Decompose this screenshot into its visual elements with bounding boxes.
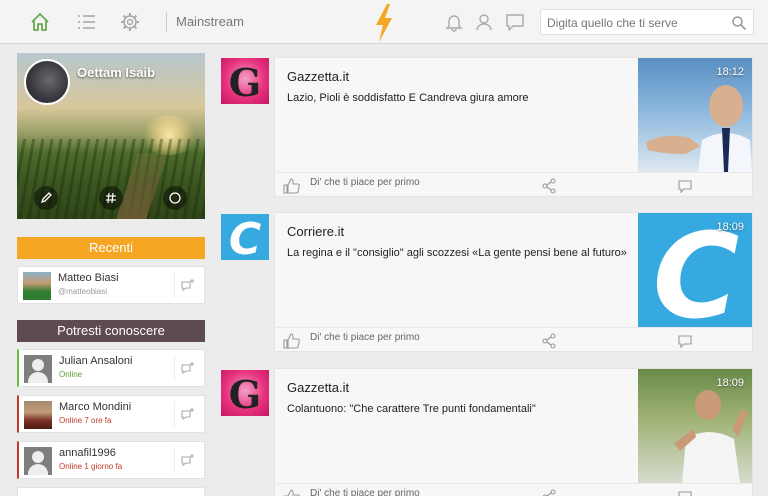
breadcrumb[interactable]: Mainstream	[176, 14, 244, 29]
profile-card: Oettam Isaib	[17, 53, 205, 219]
circle-icon[interactable]	[163, 186, 187, 210]
avatar[interactable]	[23, 272, 51, 300]
add-friend-icon[interactable]	[174, 272, 200, 298]
card-time: 18:09	[716, 377, 744, 389]
list-item[interactable]	[17, 487, 205, 496]
card-title[interactable]: La regina e il "consiglio" agli scozzesi…	[287, 247, 627, 259]
list-item[interactable]: Matteo Biasi @matteobiasi	[17, 266, 205, 304]
thumbs-up-icon[interactable]	[283, 333, 301, 354]
card-time: 18:12	[716, 66, 744, 78]
search-box[interactable]	[540, 9, 754, 35]
svg-text:G: G	[229, 60, 261, 104]
card-actions: Di' che ti piace per primo	[275, 172, 754, 198]
card-photo[interactable]: 18:12	[638, 58, 752, 172]
search-input[interactable]	[547, 14, 727, 31]
share-icon[interactable]	[541, 178, 557, 199]
lightning-logo-icon[interactable]	[372, 3, 396, 48]
person-name[interactable]: annafil1996	[59, 447, 116, 459]
person-handle: @matteobiasi	[58, 287, 108, 296]
card-photo[interactable]: 18:09	[638, 369, 752, 483]
user-icon[interactable]	[472, 10, 496, 34]
divider	[166, 12, 167, 32]
thumbs-up-icon[interactable]	[283, 489, 301, 496]
home-icon[interactable]	[28, 10, 52, 34]
person-status: Online 7 ore fa	[59, 416, 112, 425]
hashtag-plus-icon[interactable]	[99, 186, 123, 210]
person-name[interactable]: Marco Mondini	[59, 401, 131, 413]
card-source[interactable]: Gazzetta.it	[287, 380, 349, 395]
pencil-icon[interactable]	[34, 186, 58, 210]
list-item[interactable]: annafil1996 Online 1 giorno fa	[17, 441, 205, 479]
like-text[interactable]: Di' che ti piace per primo	[310, 488, 420, 496]
person-status: Online	[59, 370, 83, 379]
comment-icon[interactable]	[677, 178, 693, 199]
card-source[interactable]: Corriere.it	[287, 224, 344, 239]
top-bar: Mainstream	[0, 0, 768, 44]
corriere-logo[interactable]: C	[221, 214, 269, 265]
avatar[interactable]	[24, 59, 70, 105]
add-friend-icon[interactable]	[174, 401, 200, 427]
gazzetta-logo[interactable]: G	[221, 58, 269, 105]
add-friend-icon[interactable]	[174, 447, 200, 473]
svg-text:G: G	[229, 372, 261, 416]
search-icon[interactable]	[731, 15, 747, 36]
list-item[interactable]: Julian Ansaloni Online	[17, 349, 205, 387]
card-photo[interactable]: C 18:09	[638, 213, 752, 327]
gazzetta-logo[interactable]: G	[221, 370, 269, 417]
gear-icon[interactable]	[118, 10, 142, 34]
card-time: 18:09	[716, 221, 744, 233]
like-text[interactable]: Di' che ti piace per primo	[310, 177, 420, 188]
feed-card[interactable]: Gazzetta.it Lazio, Pioli è soddisfatto E…	[274, 57, 754, 198]
card-title[interactable]: Colantuono: "Che carattere Tre punti fon…	[287, 403, 536, 415]
comment-icon[interactable]	[677, 489, 693, 496]
person-name[interactable]: Julian Ansaloni	[59, 355, 132, 367]
card-actions: Di' che ti piace per primo	[275, 327, 754, 353]
svg-text:C: C	[229, 214, 261, 260]
card-title[interactable]: Lazio, Pioli è soddisfatto E Candreva gi…	[287, 92, 529, 104]
comment-icon[interactable]	[677, 333, 693, 354]
list-icon[interactable]	[74, 10, 98, 34]
avatar[interactable]	[24, 401, 52, 429]
add-friend-icon[interactable]	[174, 355, 200, 381]
potresti-conoscere-header[interactable]: Potresti conoscere	[17, 320, 205, 342]
card-actions: Di' che ti piace per primo	[275, 483, 754, 496]
avatar[interactable]	[24, 355, 52, 383]
chat-icon[interactable]	[503, 10, 527, 34]
bell-icon[interactable]	[442, 10, 466, 34]
thumbs-up-icon[interactable]	[283, 178, 301, 199]
person-status: Online 1 giorno fa	[59, 462, 123, 471]
list-item[interactable]: Marco Mondini Online 7 ore fa	[17, 395, 205, 433]
like-text[interactable]: Di' che ti piace per primo	[310, 332, 420, 343]
card-source[interactable]: Gazzetta.it	[287, 69, 349, 84]
person-name[interactable]: Matteo Biasi	[58, 272, 119, 284]
feed-card[interactable]: Gazzetta.it Colantuono: "Che carattere T…	[274, 368, 754, 496]
feed-card[interactable]: Corriere.it La regina e il "consiglio" a…	[274, 212, 754, 353]
recenti-header[interactable]: Recenti	[17, 237, 205, 259]
share-icon[interactable]	[541, 333, 557, 354]
profile-name[interactable]: Oettam Isaib	[77, 65, 155, 80]
avatar[interactable]	[24, 447, 52, 475]
share-icon[interactable]	[541, 489, 557, 496]
